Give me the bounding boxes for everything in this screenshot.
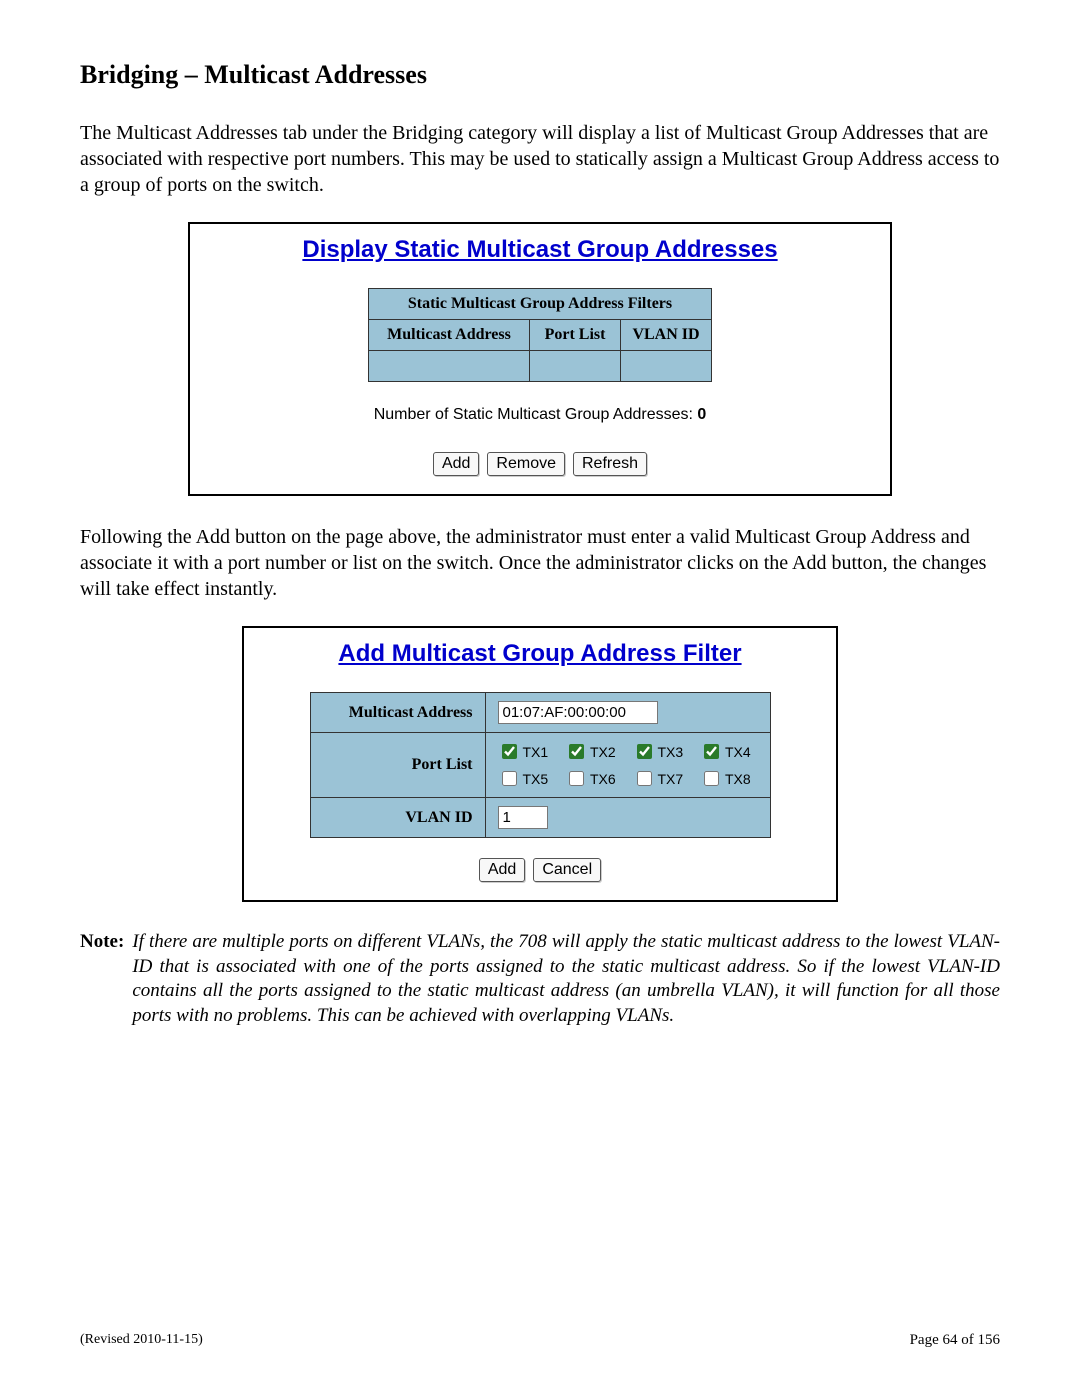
port-checkbox-input[interactable] (502, 744, 517, 759)
port-checkbox-input[interactable] (569, 744, 584, 759)
add-button[interactable]: Add (433, 452, 479, 476)
port-checkbox-tx2[interactable]: TX2 (565, 741, 623, 762)
col-port-list: Port List (530, 320, 621, 351)
add-filter-panel: Add Multicast Group Address Filter Multi… (242, 626, 838, 902)
cancel-button[interactable]: Cancel (533, 858, 601, 882)
col-multicast-address: Multicast Address (369, 320, 530, 351)
note-block: Note: If there are multiple ports on dif… (80, 930, 1000, 1029)
port-label: TX3 (658, 744, 684, 760)
port-checkbox-tx8[interactable]: TX8 (700, 768, 758, 789)
note-body: If there are multiple ports on different… (132, 930, 1000, 1029)
intro-paragraph: The Multicast Addresses tab under the Br… (80, 120, 1000, 198)
add-filter-form: Multicast Address Port List TX1 TX2 TX3 TX4… (310, 692, 771, 838)
form-add-button[interactable]: Add (479, 858, 525, 882)
port-label: TX5 (523, 771, 549, 787)
port-checkbox-input[interactable] (569, 771, 584, 786)
port-label: TX7 (658, 771, 684, 787)
port-label: TX6 (590, 771, 616, 787)
table-row (369, 351, 712, 382)
note-label: Note: (80, 930, 132, 955)
port-checkbox-tx5[interactable]: TX5 (498, 768, 556, 789)
display-panel-title: Display Static Multicast Group Addresses (200, 236, 880, 264)
port-label: TX2 (590, 744, 616, 760)
port-list-grid: TX1 TX2 TX3 TX4 TX5 TX6 TX7 TX8 (498, 741, 758, 789)
form-button-row: Add Cancel (254, 858, 826, 882)
vlan-id-input[interactable] (498, 806, 548, 829)
remove-button[interactable]: Remove (487, 452, 565, 476)
port-checkbox-input[interactable] (637, 771, 652, 786)
port-checkbox-input[interactable] (704, 744, 719, 759)
multicast-address-input[interactable] (498, 701, 658, 724)
port-checkbox-tx1[interactable]: TX1 (498, 741, 556, 762)
mid-paragraph: Following the Add button on the page abo… (80, 524, 1000, 602)
port-checkbox-tx3[interactable]: TX3 (633, 741, 691, 762)
page-footer: (Revised 2010-11-15) Page 64 of 156 (80, 1332, 1000, 1349)
filters-table: Static Multicast Group Address Filters M… (368, 288, 712, 382)
button-row: Add Remove Refresh (200, 452, 880, 476)
status-prefix: Number of Static Multicast Group Address… (374, 406, 698, 423)
port-checkbox-tx4[interactable]: TX4 (700, 741, 758, 762)
col-vlan-id: VLAN ID (621, 320, 712, 351)
refresh-button[interactable]: Refresh (573, 452, 647, 476)
port-checkbox-input[interactable] (637, 744, 652, 759)
filters-table-caption: Static Multicast Group Address Filters (369, 289, 712, 320)
status-value: 0 (697, 406, 706, 423)
port-checkbox-tx6[interactable]: TX6 (565, 768, 623, 789)
footer-page-number: Page 64 of 156 (910, 1332, 1000, 1349)
label-vlan-id: VLAN ID (310, 798, 485, 838)
page-heading: Bridging – Multicast Addresses (80, 60, 1000, 90)
port-label: TX1 (523, 744, 549, 760)
label-multicast-address: Multicast Address (310, 693, 485, 733)
port-checkbox-tx7[interactable]: TX7 (633, 768, 691, 789)
port-label: TX8 (725, 771, 751, 787)
status-line: Number of Static Multicast Group Address… (200, 406, 880, 424)
add-filter-title: Add Multicast Group Address Filter (254, 640, 826, 668)
footer-revised: (Revised 2010-11-15) (80, 1332, 203, 1349)
port-label: TX4 (725, 744, 751, 760)
label-port-list: Port List (310, 733, 485, 798)
port-checkbox-input[interactable] (704, 771, 719, 786)
display-panel: Display Static Multicast Group Addresses… (188, 222, 892, 496)
port-checkbox-input[interactable] (502, 771, 517, 786)
